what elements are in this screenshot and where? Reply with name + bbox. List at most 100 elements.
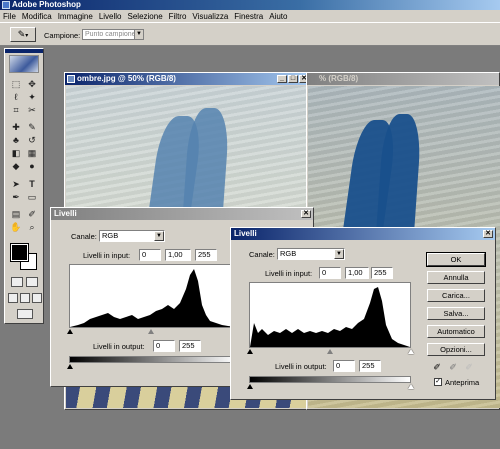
standard-mode-button[interactable]	[11, 277, 23, 287]
output-black-field[interactable]: 0	[153, 340, 175, 352]
input-black-slider[interactable]	[247, 349, 253, 354]
input-white-field[interactable]: 255	[195, 249, 217, 261]
photoshop-app-icon	[2, 1, 10, 9]
menu-item-finestra[interactable]: Finestra	[234, 12, 263, 21]
pen-tool-icon[interactable]: ✒	[9, 192, 23, 203]
sample-size-label: Campione:	[44, 31, 81, 40]
clone-stamp-icon[interactable]: ♣	[9, 135, 23, 146]
gray-eyedropper-icon[interactable]: ✐	[447, 361, 459, 373]
histogram-graph	[70, 269, 236, 327]
type-tool-icon[interactable]: T	[25, 179, 39, 190]
close-button[interactable]: ✕	[483, 230, 493, 238]
foreground-color-swatch[interactable]	[10, 243, 29, 262]
input-white-slider[interactable]	[408, 349, 414, 354]
minimize-button[interactable]: _	[277, 75, 287, 83]
quickmask-mode-button[interactable]	[26, 277, 38, 287]
output-white-field[interactable]: 255	[359, 360, 381, 372]
preview-label: Anteprima	[445, 378, 480, 387]
slice-tool-icon[interactable]: ✂	[25, 105, 39, 116]
cancel-button[interactable]: Annulla	[427, 271, 485, 284]
zoom-tool-icon[interactable]: ⌕	[25, 222, 39, 233]
history-brush-icon[interactable]: ↺	[25, 135, 39, 146]
close-button[interactable]: ✕	[301, 210, 311, 218]
menu-item-aiuto[interactable]: Aiuto	[269, 12, 287, 21]
channel-label: Canale:	[71, 232, 97, 241]
menu-item-selezione[interactable]: Selezione	[128, 12, 163, 21]
document-title-bar[interactable]: ombre.jpg @ 50% (RGB/8) _ □ ✕	[65, 73, 311, 85]
ok-button[interactable]: OK	[426, 252, 486, 267]
save-button[interactable]: Salva...	[427, 307, 485, 320]
white-eyedropper-icon[interactable]: ✐	[463, 361, 475, 373]
channel-value: RGB	[280, 249, 297, 258]
channel-select[interactable]: RGB ▼	[277, 248, 345, 260]
output-white-slider[interactable]	[408, 384, 414, 389]
output-black-slider[interactable]	[67, 364, 73, 369]
input-black-field[interactable]: 0	[139, 249, 161, 261]
path-selection-icon[interactable]: ➤	[9, 179, 23, 190]
marquee-tool-icon[interactable]: ⬚	[9, 79, 23, 90]
histogram-graph	[250, 287, 410, 347]
output-black-slider[interactable]	[247, 384, 253, 389]
preview-checkbox[interactable]: ✓	[434, 378, 442, 386]
screen-mode-standard-button[interactable]	[8, 293, 18, 303]
screen-mode-full-menu-button[interactable]	[20, 293, 30, 303]
blur-tool-icon[interactable]: ◆	[9, 161, 23, 172]
menu-item-immagine[interactable]: Immagine	[58, 12, 93, 21]
input-black-field[interactable]: 0	[319, 267, 341, 279]
maximize-button[interactable]: □	[288, 75, 298, 83]
levels-dialog: Livelli ✕ Canale: RGB ▼ Livelli in input…	[230, 227, 496, 400]
document-title-copy: % (RGB/8)	[319, 74, 359, 83]
lasso-tool-icon[interactable]: ℓ	[9, 92, 23, 103]
jump-to-imageready-button[interactable]	[17, 309, 33, 319]
dodge-tool-icon[interactable]: ●	[25, 161, 39, 172]
options-button[interactable]: Opzioni...	[427, 343, 485, 356]
black-eyedropper-icon[interactable]: ✐	[431, 361, 443, 373]
levels-dialog-title: Livelli	[54, 209, 77, 218]
document-window-controls: _ □ ✕	[277, 75, 309, 83]
auto-button[interactable]: Automatico	[427, 325, 485, 338]
move-tool-icon[interactable]: ✥	[25, 79, 39, 90]
menu-item-filtro[interactable]: Filtro	[169, 12, 187, 21]
healing-brush-icon[interactable]: ✚	[9, 122, 23, 133]
output-black-field[interactable]: 0	[333, 360, 355, 372]
histogram	[69, 264, 237, 328]
toolbox-title-bar[interactable]	[5, 49, 43, 53]
input-white-field[interactable]: 255	[371, 267, 393, 279]
sample-size-select[interactable]: Punto campione ▼	[82, 29, 144, 40]
eraser-tool-icon[interactable]: ◧	[9, 148, 23, 159]
brush-tool-icon[interactable]: ✎	[25, 122, 39, 133]
menu-item-visualizza[interactable]: Visualizza	[192, 12, 228, 21]
menu-item-modifica[interactable]: Modifica	[22, 12, 52, 21]
input-gamma-slider[interactable]	[327, 349, 333, 354]
hand-tool-icon[interactable]: ✋	[9, 222, 23, 233]
input-levels-label: Livelli in input:	[265, 269, 313, 278]
levels-dialog-title-bar[interactable]: Livelli ✕	[51, 208, 313, 220]
eyedropper-tool-icon[interactable]: ✐	[25, 209, 39, 220]
input-black-slider[interactable]	[67, 329, 73, 334]
levels-dialog-title-bar[interactable]: Livelli ✕	[231, 228, 495, 240]
input-gamma-slider[interactable]	[148, 329, 154, 334]
menu-bar: File Modifica Immagine Livello Selezione…	[0, 10, 500, 22]
chevron-down-icon: ▾	[25, 33, 29, 39]
load-button[interactable]: Carica...	[427, 289, 485, 302]
adobe-feather-logo[interactable]	[9, 55, 39, 73]
screen-mode-full-button[interactable]	[32, 293, 42, 303]
chevron-down-icon: ▼	[134, 30, 143, 39]
gradient-tool-icon[interactable]: ▦	[25, 148, 39, 159]
input-gamma-field[interactable]: 1,00	[345, 267, 369, 279]
menu-item-livello[interactable]: Livello	[99, 12, 122, 21]
document-icon	[67, 75, 75, 83]
document-title-bar-copy[interactable]: % (RGB/8)	[307, 73, 499, 85]
app-title: Adobe Photoshop	[12, 0, 81, 9]
menu-item-file[interactable]: File	[3, 12, 16, 21]
notes-tool-icon[interactable]: ▤	[9, 209, 23, 220]
shape-tool-icon[interactable]: ▭	[25, 192, 39, 203]
tool-preset-picker[interactable]: ✎▾	[10, 27, 36, 42]
sample-size-value: Punto campione	[85, 31, 136, 38]
channel-select[interactable]: RGB ▼	[99, 230, 165, 242]
app-title-bar: Adobe Photoshop	[0, 0, 500, 10]
output-white-field[interactable]: 255	[179, 340, 201, 352]
magic-wand-icon[interactable]: ✦	[25, 92, 39, 103]
crop-tool-icon[interactable]: ⌗	[9, 105, 23, 116]
input-gamma-field[interactable]: 1,00	[165, 249, 191, 261]
